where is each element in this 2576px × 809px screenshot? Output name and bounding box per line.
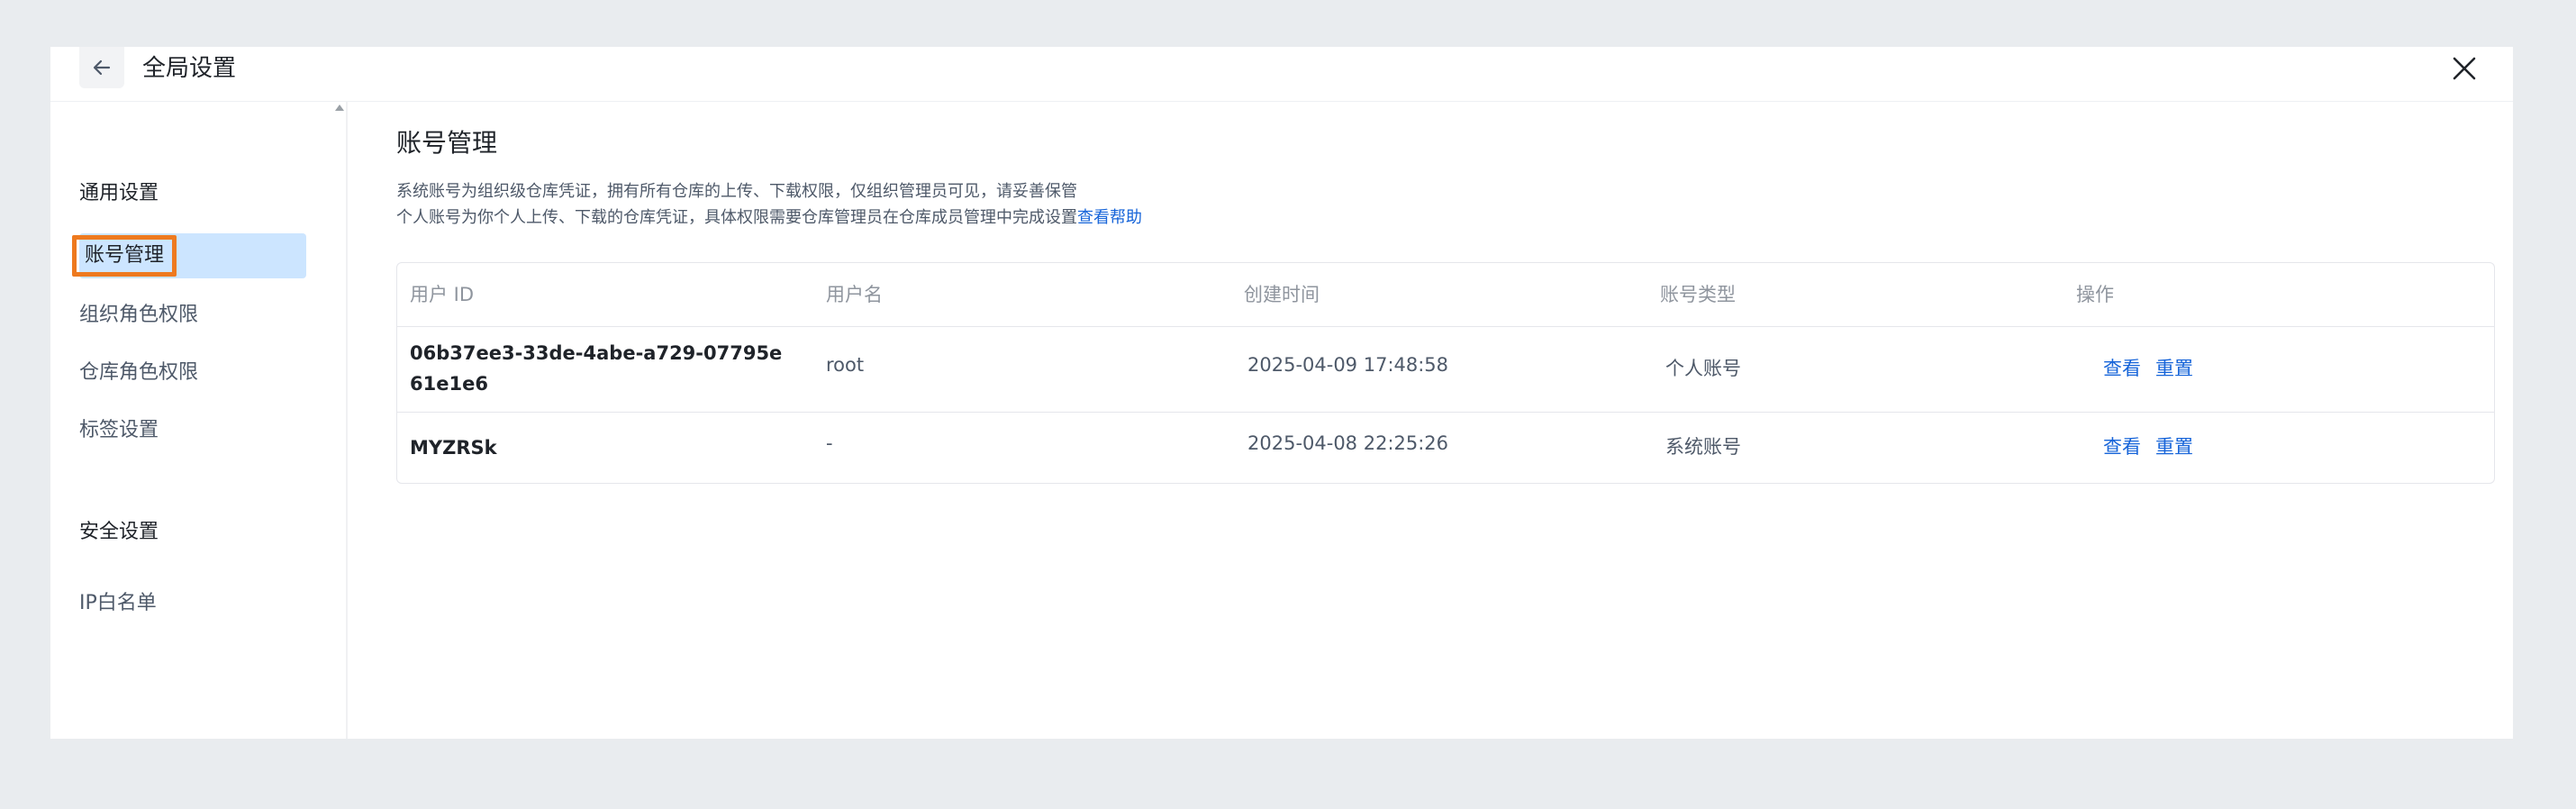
main-content: 账号管理 系统账号为组织级仓库凭证，拥有所有仓库的上传、下载权限，仅组织管理员可… xyxy=(348,102,2513,739)
column-header-username: 用户名 xyxy=(826,284,883,305)
settings-sidebar: 通用设置 账号管理 组织角色权限 仓库角色权限 标签设置 安全设置 IP白名单 xyxy=(50,102,346,739)
close-button[interactable] xyxy=(2446,50,2482,86)
help-link[interactable]: 查看帮助 xyxy=(1077,208,1142,227)
global-settings-dialog: 全局设置 通用设置 账号管理 组织角色权限 仓库角色权限 标签设置 安全设置 I… xyxy=(50,47,2513,739)
cell-account-type: 个人账号 xyxy=(1665,358,1741,379)
description-text: 个人账号为你个人上传、下载的仓库凭证，具体权限需要仓库管理员在仓库成员管理中完成… xyxy=(396,208,1077,227)
view-button[interactable]: 查看 xyxy=(2103,432,2141,459)
column-header-account-type: 账号类型 xyxy=(1660,284,1736,305)
sidebar-item-label: IP白名单 xyxy=(79,592,157,614)
column-header-actions: 操作 xyxy=(2076,284,2114,305)
accounts-table: 用户 ID 用户名 创建时间 账号类型 操作 06b37ee3-33de-4ab… xyxy=(396,262,2495,484)
sidebar-item-label: 组织角色权限 xyxy=(79,304,199,326)
description-system-account: 系统账号为组织级仓库凭证，拥有所有仓库的上传、下载权限，仅组织管理员可见，请妥善… xyxy=(396,182,1077,201)
cell-created-time: 2025-04-09 17:48:58 xyxy=(1247,354,1449,376)
cell-user-id: MYZRSk xyxy=(410,437,497,459)
dialog-header: 全局设置 xyxy=(50,47,2513,102)
sidebar-item-ip-whitelist[interactable]: IP白名单 xyxy=(79,581,306,626)
view-button[interactable]: 查看 xyxy=(2103,354,2141,381)
sidebar-group-security: 安全设置 xyxy=(79,521,159,543)
page-title: 账号管理 xyxy=(396,128,498,158)
sidebar-item-repo-role-permissions[interactable]: 仓库角色权限 xyxy=(79,350,306,395)
cell-account-type: 系统账号 xyxy=(1665,436,1741,458)
table-row: 06b37ee3-33de-4abe-a729-07795e61e1e6 roo… xyxy=(397,327,2494,413)
sidebar-group-general: 通用设置 xyxy=(79,182,159,205)
column-header-created-time: 创建时间 xyxy=(1244,284,1320,305)
sidebar-item-tag-settings[interactable]: 标签设置 xyxy=(79,408,306,453)
dialog-title: 全局设置 xyxy=(142,55,237,82)
table-header: 用户 ID 用户名 创建时间 账号类型 操作 xyxy=(397,263,2494,327)
sidebar-item-label: 仓库角色权限 xyxy=(79,361,199,384)
sidebar-item-label: 标签设置 xyxy=(79,419,159,441)
reset-button[interactable]: 重置 xyxy=(2155,354,2193,381)
table-row: MYZRSk - 2025-04-08 22:25:26 系统账号 查看 重置 xyxy=(397,413,2494,483)
caret-up-icon[interactable] xyxy=(335,105,344,111)
reset-button[interactable]: 重置 xyxy=(2155,432,2193,459)
close-icon xyxy=(2453,57,2476,80)
column-header-user-id: 用户 ID xyxy=(410,284,475,305)
cell-username: root xyxy=(826,354,865,376)
cell-user-id: 06b37ee3-33de-4abe-a729-07795e61e1e6 xyxy=(410,342,783,395)
sidebar-item-account-management[interactable]: 账号管理 xyxy=(72,233,306,278)
back-button[interactable] xyxy=(79,47,124,88)
cell-created-time: 2025-04-08 22:25:26 xyxy=(1247,432,1449,454)
description-personal-account: 个人账号为你个人上传、下载的仓库凭证，具体权限需要仓库管理员在仓库成员管理中完成… xyxy=(396,205,1142,231)
cell-username: - xyxy=(826,432,833,454)
sidebar-item-label: 账号管理 xyxy=(72,235,177,277)
sidebar-item-org-role-permissions[interactable]: 组织角色权限 xyxy=(79,293,306,338)
arrow-left-icon xyxy=(93,59,111,76)
